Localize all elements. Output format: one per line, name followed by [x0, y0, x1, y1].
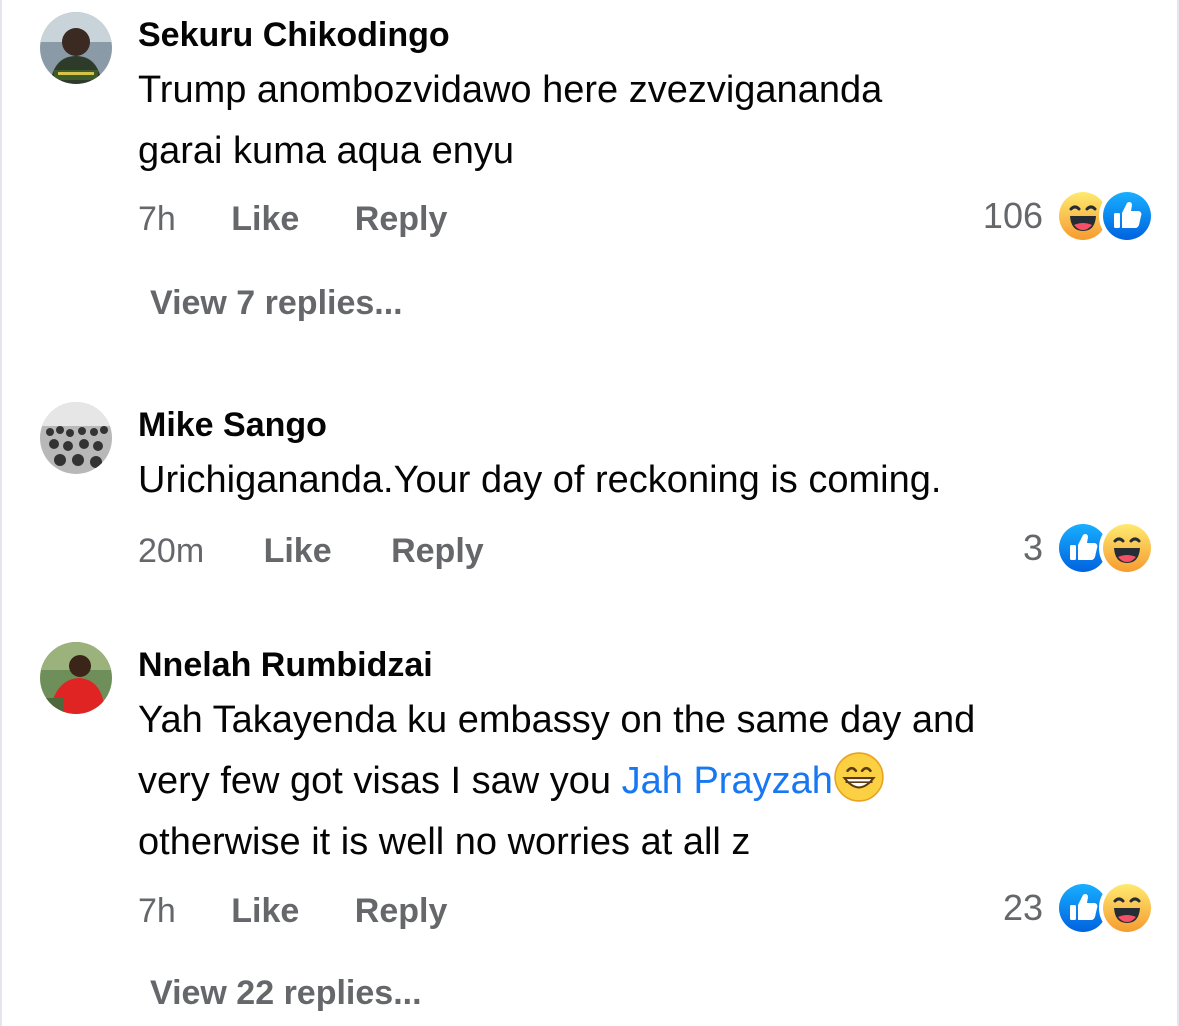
reaction-count: 23 [1002, 887, 1043, 928]
avatar[interactable] [40, 642, 112, 714]
reaction-icons [1055, 520, 1155, 576]
reply-button[interactable]: Reply [355, 200, 448, 238]
comment-line: very few got visas I saw you Jah Prayzah [138, 751, 975, 812]
comment-author[interactable]: Nnelah Rumbidzai [138, 646, 433, 685]
reply-button[interactable]: Reply [355, 892, 448, 930]
reaction-icons [1055, 188, 1155, 244]
comment-text: Yah Takayenda ku embassy on the same day… [138, 690, 975, 873]
reaction-icons [1055, 880, 1155, 936]
mention-link[interactable]: Jah Prayzah [622, 760, 833, 802]
like-icon [1099, 188, 1155, 244]
comment-time[interactable]: 7h [138, 892, 176, 930]
like-button[interactable]: Like [231, 200, 299, 238]
reaction-summary[interactable]: 3 [1023, 520, 1155, 576]
reaction-count: 3 [1022, 527, 1043, 568]
reaction-summary[interactable]: 106 [983, 188, 1155, 244]
view-replies-link[interactable]: View 22 replies... [150, 974, 422, 1013]
avatar[interactable] [40, 12, 112, 84]
laugh-icon [1099, 880, 1155, 936]
comment-time[interactable]: 7h [138, 200, 176, 238]
comment-meta: 7h Like Reply [138, 200, 447, 239]
reaction-count: 106 [982, 195, 1043, 236]
comment-author[interactable]: Mike Sango [138, 406, 327, 445]
comment-text: Urichigananda.Your day of reckoning is c… [138, 450, 941, 511]
comment-line-text: very few got visas I saw you [138, 760, 622, 802]
like-button[interactable]: Like [231, 892, 299, 930]
comment-line: Urichigananda.Your day of reckoning is c… [138, 459, 942, 501]
laugh-icon [1099, 520, 1155, 576]
comment-line: Trump anombozvidawo here zvezvigananda [138, 69, 883, 111]
comment-time[interactable]: 20m [138, 532, 204, 570]
comment-meta: 20m Like Reply [138, 532, 484, 571]
comment-line: garai kuma aqua enyu [138, 130, 515, 172]
grin-emoji-icon [833, 751, 885, 803]
comment-line: Yah Takayenda ku embassy on the same day… [138, 699, 976, 741]
avatar[interactable] [40, 402, 112, 474]
view-replies-link[interactable]: View 7 replies... [150, 284, 403, 323]
reply-button[interactable]: Reply [391, 532, 484, 570]
reaction-summary[interactable]: 23 [1003, 880, 1155, 936]
comment-meta: 7h Like Reply [138, 892, 447, 931]
comment-author[interactable]: Sekuru Chikodingo [138, 16, 450, 55]
comment-line: otherwise it is well no worries at all z [138, 821, 751, 863]
comment-text: Trump anombozvidawo here zvezvigananda g… [138, 60, 882, 182]
like-button[interactable]: Like [264, 532, 332, 570]
